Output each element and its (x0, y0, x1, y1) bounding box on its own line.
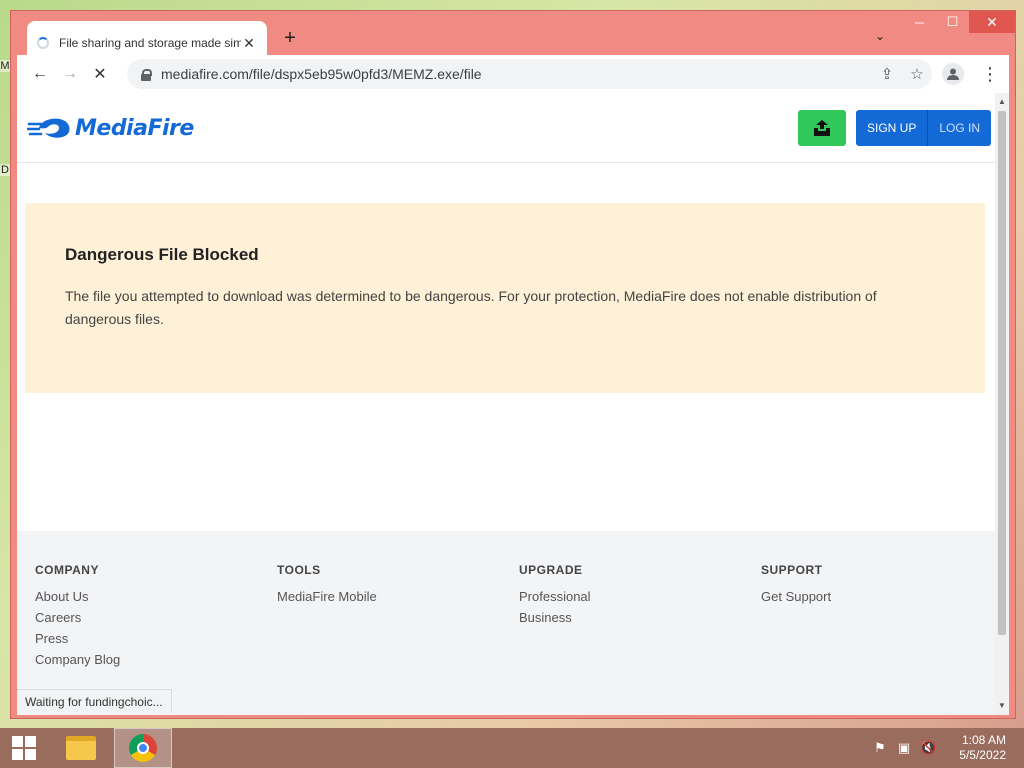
footer-heading-company: COMPANY (35, 563, 99, 577)
stop-loading-button[interactable]: ✕ (85, 59, 115, 89)
alert-message: The file you attempted to download was d… (65, 288, 877, 327)
chrome-icon (129, 734, 157, 762)
footer-link-get-support[interactable]: Get Support (761, 589, 991, 604)
url-text[interactable]: mediafire.com/file/dspx5eb95w0pfd3/MEMZ.… (161, 66, 482, 82)
log-in-button[interactable]: LOG IN (927, 110, 991, 146)
minimize-button[interactable]: ─ (903, 11, 936, 33)
start-button[interactable] (0, 728, 48, 768)
person-icon (947, 68, 959, 80)
page-viewport: MediaFire SIGN UP LOG IN Dangerous File … (17, 93, 1009, 715)
footer-column-tools: TOOLS MediaFire Mobile (277, 563, 507, 610)
system-tray: ⚑ ▣ 🔇 (872, 740, 936, 756)
footer-link-business[interactable]: Business (519, 610, 749, 625)
profile-avatar-button[interactable] (942, 63, 964, 85)
tab-search-button[interactable]: ⌄ (875, 29, 885, 43)
volume-muted-icon[interactable]: 🔇 (920, 740, 936, 756)
address-bar-actions: ⇪ ☆ (872, 59, 932, 89)
sign-up-button[interactable]: SIGN UP (856, 110, 927, 146)
window-controls: ─ ☐ ✕ (903, 11, 1015, 33)
footer-link-professional[interactable]: Professional (519, 589, 749, 604)
desktop-icon-label-d: D (0, 164, 10, 176)
close-window-button[interactable]: ✕ (969, 11, 1015, 33)
download-tray-icon (814, 120, 830, 136)
share-icon[interactable]: ⇪ (872, 65, 902, 83)
windows-logo-icon (12, 736, 36, 760)
footer-column-company: COMPANY About Us Careers Press Company B… (35, 563, 265, 673)
footer-link-careers[interactable]: Careers (35, 610, 265, 625)
taskbar-clock[interactable]: 1:08 AM 5/5/2022 (959, 733, 1006, 763)
new-tab-button[interactable]: + (277, 25, 303, 51)
maximize-button[interactable]: ☐ (936, 11, 969, 33)
address-bar[interactable]: mediafire.com/file/dspx5eb95w0pfd3/MEMZ.… (127, 59, 932, 89)
logo-text: MediaFire (75, 115, 194, 141)
alert-title: Dangerous File Blocked (65, 245, 259, 264)
windows-taskbar: ⚑ ▣ 🔇 1:08 AM 5/5/2022 (0, 728, 1024, 768)
site-footer: COMPANY About Us Careers Press Company B… (17, 531, 995, 715)
bookmark-star-icon[interactable]: ☆ (902, 65, 932, 83)
footer-link-mediafire-mobile[interactable]: MediaFire Mobile (277, 589, 507, 604)
auth-buttons: SIGN UP LOG IN (856, 110, 992, 146)
mediafire-logo[interactable]: MediaFire (27, 115, 194, 141)
footer-heading-upgrade: UPGRADE (519, 563, 583, 577)
footer-link-company-blog[interactable]: Company Blog (35, 652, 265, 667)
tab-title: File sharing and storage made simple (59, 36, 241, 50)
loading-spinner-icon (37, 37, 49, 49)
lock-icon[interactable] (141, 68, 152, 81)
browser-menu-button[interactable]: ⋮ (979, 59, 1001, 89)
footer-link-about-us[interactable]: About Us (35, 589, 265, 604)
upload-button[interactable] (798, 110, 846, 146)
taskbar-file-explorer[interactable] (52, 728, 110, 768)
scroll-up-arrow-icon[interactable]: ▲ (995, 95, 1009, 109)
scrollbar-thumb[interactable] (998, 111, 1006, 635)
browser-window: ─ ☐ ✕ File sharing and storage made simp… (10, 10, 1016, 719)
back-button[interactable]: ← (25, 59, 55, 89)
footer-heading-tools: TOOLS (277, 563, 321, 577)
site-header: MediaFire SIGN UP LOG IN (17, 93, 995, 163)
scroll-down-arrow-icon[interactable]: ▼ (995, 699, 1009, 713)
loading-status-bubble: Waiting for fundingchoic... (17, 689, 172, 713)
taskbar-chrome[interactable] (114, 728, 172, 768)
browser-toolbar: ← → ✕ mediafire.com/file/dspx5eb95w0pfd3… (17, 55, 1009, 93)
action-center-flag-icon[interactable]: ⚑ (872, 740, 888, 756)
folder-icon (66, 736, 96, 760)
footer-column-upgrade: UPGRADE Professional Business (519, 563, 749, 631)
footer-column-support: SUPPORT Get Support (761, 563, 991, 610)
mediafire-flame-icon (27, 118, 70, 138)
tab-close-button[interactable]: ✕ (241, 35, 257, 52)
clock-time: 1:08 AM (961, 733, 1006, 747)
footer-heading-support: SUPPORT (761, 563, 823, 577)
network-icon[interactable]: ▣ (896, 740, 912, 756)
dangerous-file-alert: Dangerous File Blocked The file you atte… (25, 203, 985, 393)
footer-link-press[interactable]: Press (35, 631, 265, 646)
forward-button[interactable]: → (55, 59, 85, 89)
vertical-scrollbar[interactable]: ▲ ▼ (995, 93, 1009, 715)
desktop-icon-label-m: M (0, 60, 10, 72)
clock-date: 5/5/2022 (959, 748, 1006, 762)
